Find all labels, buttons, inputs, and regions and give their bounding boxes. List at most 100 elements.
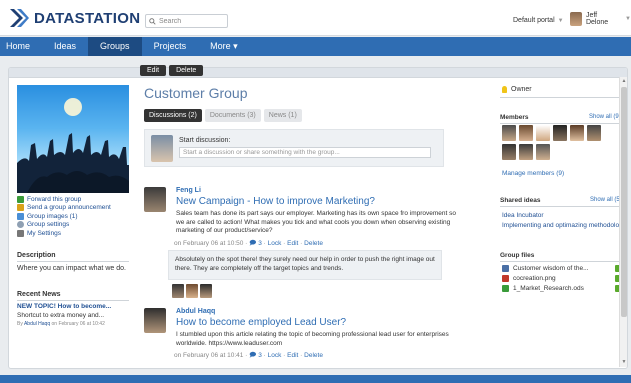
post-author-link[interactable]: Abdul Haqq [176, 308, 215, 315]
file-name: cocreation.png [513, 275, 556, 282]
action-label: Group images (1) [27, 212, 78, 220]
comment-count[interactable]: 🗩 3 [249, 352, 262, 359]
news-by: By [17, 321, 23, 327]
nav-more[interactable]: More ▾ [198, 37, 250, 56]
chevron-down-icon: ▼ [625, 16, 631, 22]
delete-button[interactable]: Delete [169, 65, 204, 76]
comment-count-value: 3 [258, 240, 262, 247]
avatar[interactable] [172, 284, 184, 298]
forward-group-link[interactable]: Forward this group [17, 195, 111, 204]
news-title-link[interactable]: NEW TOPIC! How to become... [17, 303, 111, 310]
document-icon [502, 265, 509, 272]
post-date: on February 06 at 10:50 · [174, 240, 248, 247]
members-show-all-link[interactable]: Show all (9) [589, 114, 621, 120]
shared-ideas-show-all-link[interactable]: Show all (5) [590, 197, 622, 203]
images-icon [17, 212, 24, 220]
avatar[interactable] [553, 125, 567, 141]
file-item[interactable]: 1_Market_Research.ods [502, 285, 622, 292]
edit-button[interactable]: Edit [140, 65, 167, 76]
user-settings-icon [17, 229, 24, 237]
send-announcement-link[interactable]: Send a group announcement [17, 204, 111, 213]
meta-separator: · [283, 240, 286, 247]
nav-home[interactable]: Home [0, 37, 42, 56]
post-title-link[interactable]: New Campaign - How to improve Marketing? [176, 196, 375, 207]
shared-ideas-heading: Shared ideas [500, 197, 541, 204]
meta-separator: · [300, 352, 303, 359]
start-discussion-box: Start discussion: [144, 129, 444, 167]
lock-link[interactable]: Lock [268, 240, 282, 247]
file-name: Customer wisdom of the... [513, 265, 589, 272]
start-discussion-label: Start discussion: [179, 137, 231, 144]
nav-groups[interactable]: Groups [88, 37, 142, 56]
file-item[interactable]: cocreation.png [502, 275, 622, 282]
scroll-down-icon[interactable]: ▼ [621, 359, 627, 365]
news-date: on February 06 at 10:42 [51, 321, 105, 327]
members-heading: Members [500, 114, 529, 121]
avatar[interactable] [519, 144, 533, 160]
idea-link[interactable]: Implementing and optimazing methodolog [502, 222, 623, 229]
owner-label: Owner [511, 86, 532, 93]
post-meta: on February 06 at 10:41 · 🗩 3 · Lock · E… [174, 351, 323, 362]
post-title-link[interactable]: How to become employed Lead User? [176, 317, 346, 328]
my-settings-link[interactable]: My Settings [17, 229, 111, 238]
avatar[interactable] [502, 125, 516, 141]
avatar[interactable] [200, 284, 212, 298]
news-subtitle: Shortcut to extra money and... [17, 312, 105, 319]
scroll-up-icon[interactable]: ▲ [621, 78, 627, 84]
scroll-thumb[interactable] [621, 87, 627, 317]
file-item[interactable]: Customer wisdom of the... [502, 265, 622, 272]
avatar[interactable] [570, 125, 584, 141]
edit-link[interactable]: Edit [287, 352, 298, 359]
group-images-link[interactable]: Group images (1) [17, 212, 111, 221]
news-meta: By Abdul Haqq on February 06 at 10:42 [17, 321, 105, 327]
start-discussion-input[interactable] [179, 147, 431, 158]
tab-news[interactable]: News (1) [263, 109, 302, 122]
vertical-scrollbar[interactable]: ▲ ▼ [619, 77, 627, 367]
divider [500, 97, 621, 98]
avatar [570, 12, 582, 26]
nav-projects[interactable]: Projects [142, 37, 199, 56]
portal-selector[interactable]: Default portal ▼ [513, 17, 564, 24]
group-files-heading: Group files [500, 252, 535, 259]
idea-link[interactable]: Idea Incubator [502, 212, 544, 219]
avatar[interactable] [536, 125, 550, 141]
edit-link[interactable]: Edit [287, 240, 298, 247]
avatar[interactable] [536, 144, 550, 160]
action-label: Group settings [27, 221, 70, 229]
description-text: Where you can impact what we do. [17, 265, 126, 272]
brand-name: DATASTATION [34, 9, 141, 27]
portal-label: Default portal [513, 17, 555, 24]
avatar[interactable] [587, 125, 601, 141]
nav-ideas[interactable]: Ideas [42, 37, 88, 56]
user-menu[interactable]: Jeff Delone ▼ [570, 12, 631, 26]
settings-icon [17, 221, 24, 229]
avatar [144, 187, 166, 212]
post-author-link[interactable]: Feng Li [176, 187, 201, 194]
tab-discussions[interactable]: Discussions (2) [144, 109, 202, 122]
lock-link[interactable]: Lock [268, 352, 282, 359]
search-input[interactable] [159, 17, 224, 25]
tab-documents[interactable]: Documents (3) [204, 109, 261, 122]
divider [500, 261, 621, 262]
manage-members-link[interactable]: Manage members (9) [502, 170, 564, 177]
delete-link[interactable]: Delete [304, 240, 323, 247]
spreadsheet-icon [502, 285, 509, 292]
delete-link[interactable]: Delete [304, 352, 323, 359]
lightbulb-icon [502, 86, 507, 93]
group-settings-link[interactable]: Group settings [17, 221, 111, 230]
avatar[interactable] [519, 125, 533, 141]
avatar[interactable] [502, 144, 516, 160]
group-owner: Owner [502, 86, 532, 93]
members-grid [502, 125, 617, 160]
action-label: My Settings [27, 229, 61, 237]
news-author-link[interactable]: Abdul Haqq [24, 321, 50, 327]
brand-logo[interactable]: DATASTATION [8, 7, 140, 29]
meta-separator: · [263, 352, 266, 359]
comment-count[interactable]: 🗩 3 [249, 240, 262, 247]
avatar [151, 135, 173, 162]
avatar[interactable] [186, 284, 198, 298]
search-box[interactable] [145, 14, 228, 28]
avatar [144, 308, 166, 333]
group-toolbar: Edit Delete [140, 65, 204, 76]
divider [500, 123, 621, 124]
